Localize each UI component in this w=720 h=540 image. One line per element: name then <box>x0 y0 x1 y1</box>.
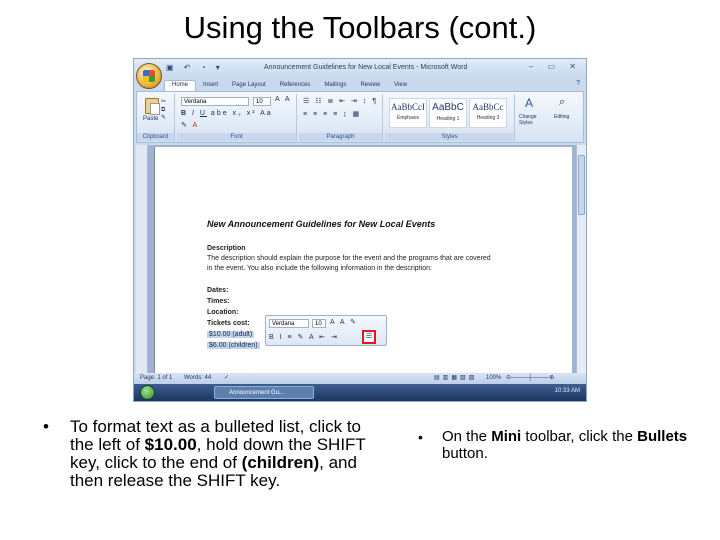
paragraph-group: ☰ ☷ ≣ ⇤ ⇥ ↕ ¶ ≡ ≡ ≡ ≡ ↨ ▦ Paragraph <box>299 94 383 141</box>
word-window: ▣ ↶ ◔ ▾ Announcement Guidelines for New … <box>133 58 587 402</box>
bullet-marker: • <box>43 417 49 436</box>
office-button[interactable] <box>136 63 162 89</box>
change-styles-icon[interactable]: A <box>525 96 533 110</box>
instruction-bold-price: $10.00 <box>144 435 197 454</box>
font-size-box[interactable]: 10 <box>253 97 271 106</box>
bullets-button[interactable]: ☰ <box>362 330 376 344</box>
mini-grow-shrink-icons[interactable]: A A ✎ <box>330 318 358 326</box>
paste-icon[interactable] <box>145 98 160 115</box>
font-format-icons[interactable]: B I U abe x₂ x² Aa <box>181 110 273 117</box>
clipboard-label: Clipboard <box>137 133 174 141</box>
taskbar-word-item[interactable]: Announcement Gu... <box>214 386 314 399</box>
find-icon[interactable]: ⌕ <box>559 96 565 109</box>
cut-copy-icons[interactable]: ✂ ⧉ ✎ <box>161 98 166 122</box>
style-name: Emphasis <box>397 115 419 121</box>
page-count[interactable]: Page: 1 of 1 <box>140 375 172 381</box>
vertical-ruler <box>136 145 148 373</box>
font-group: Verdana 10 A A B I U abe x₂ x² Aa ✎ A Fo… <box>177 94 297 141</box>
style-name: Heading 1 <box>436 116 460 122</box>
instruction-left: To format text as a bulleted list, click… <box>70 418 370 490</box>
view-buttons-icon[interactable]: ▤▥▦▧▨ <box>434 374 477 381</box>
mini-toolbar: Verdana 10 A A ✎ B I ≡ ✎ A ⇤ ⇥ ☰ <box>265 315 387 346</box>
style-heading-3[interactable]: AaBbCc Heading 3 <box>469 98 507 128</box>
styles-group: AaBbCcI Emphasis AaBbC Heading 1 AaBbCc … <box>385 94 515 141</box>
font-name-box[interactable]: Verdana <box>181 97 249 106</box>
mini-font-name[interactable]: Verdana <box>269 319 309 328</box>
grow-shrink-font-icons[interactable]: A A <box>275 96 292 103</box>
description-line-1: The description should explain the purpo… <box>207 255 491 262</box>
clipboard-group: Paste ✂ ⧉ ✎ Clipboard <box>137 94 175 141</box>
instruction-bold-bullets: Bullets <box>637 428 688 445</box>
style-sample: AaBbCcI <box>391 102 425 112</box>
help-icon[interactable]: ? <box>576 80 580 87</box>
office-logo-icon <box>143 70 155 82</box>
proofing-icon[interactable]: ✓ <box>224 374 229 381</box>
list-icons[interactable]: ☰ ☷ ≣ ⇤ ⇥ ↕ ¶ <box>303 97 378 105</box>
times-label: Times: <box>207 298 230 305</box>
tab-home[interactable]: Home <box>164 80 197 91</box>
paragraph-label: Paragraph <box>299 133 382 141</box>
bullet-marker: • <box>418 429 423 445</box>
taskbar: Announcement Gu... 10:33 AM <box>134 384 586 401</box>
editing-label[interactable]: Editing <box>554 114 569 120</box>
change-styles-label[interactable]: Change Styles <box>519 114 549 126</box>
taskbar-clock: 10:33 AM <box>554 388 580 394</box>
description-line-2: in the event. You also include the follo… <box>207 265 432 272</box>
style-name: Heading 3 <box>476 115 500 121</box>
document-area: New Announcement Guidelines for New Loca… <box>136 145 576 373</box>
window-controls[interactable]: – ▭ ✕ <box>529 62 582 71</box>
instruction-bold-mini: Mini <box>491 428 522 445</box>
instruction-text: button. <box>442 445 488 462</box>
font-label: Font <box>177 133 296 141</box>
price-adult[interactable]: $10.00 (adult) <box>207 331 255 338</box>
instruction-text: toolbar, click the <box>521 428 638 445</box>
highlight-color-icons[interactable]: ✎ A <box>181 121 199 129</box>
style-sample: AaBbCc <box>472 102 504 112</box>
align-icons[interactable]: ≡ ≡ ≡ ≡ ↨ ▦ <box>303 110 361 118</box>
mini-font-size[interactable]: 10 <box>312 319 326 328</box>
instruction-text: On the <box>442 428 492 445</box>
window-title: Announcement Guidelines for New Local Ev… <box>264 64 468 71</box>
document-heading: New Announcement Guidelines for New Loca… <box>207 219 436 229</box>
start-button[interactable] <box>140 385 155 400</box>
vertical-scrollbar[interactable] <box>576 145 586 373</box>
mini-format-icons[interactable]: B I ≡ ✎ A ⇤ ⇥ <box>269 333 339 341</box>
change-styles-group: A Change Styles <box>517 94 551 141</box>
description-label: Description <box>207 245 246 252</box>
dates-label: Dates: <box>207 287 229 294</box>
scroll-thumb[interactable] <box>578 155 585 215</box>
slide-title: Using the Toolbars (cont.) <box>183 10 537 45</box>
title-bar: ▣ ↶ ◔ ▾ Announcement Guidelines for New … <box>134 59 586 77</box>
price-children[interactable]: $6.00 (children) <box>207 342 260 349</box>
editing-group: ⌕ Editing <box>551 94 583 141</box>
status-bar: Page: 1 of 1 Words: 44 ✓ ▤▥▦▧▨ 100% ⊖───… <box>134 373 586 384</box>
ribbon: Paste ✂ ⧉ ✎ Clipboard Verdana 10 A A B I U… <box>136 91 584 143</box>
instruction-right: On the Mini toolbar, click the Bullets b… <box>442 428 702 462</box>
word-count[interactable]: Words: 44 <box>184 375 211 381</box>
document-page[interactable]: New Announcement Guidelines for New Loca… <box>154 147 572 373</box>
paste-label[interactable]: Paste <box>143 116 158 122</box>
zoom-slider[interactable]: ⊖────┼────⊕ <box>506 374 554 381</box>
styles-label: Styles <box>385 133 514 141</box>
style-emphasis[interactable]: AaBbCcI Emphasis <box>389 98 427 128</box>
zoom-level[interactable]: 100% <box>486 375 501 381</box>
instruction-bold-children: (children) <box>241 453 320 472</box>
style-sample: AaBbC <box>432 102 464 113</box>
quick-access-toolbar[interactable]: ▣ ↶ ◔ ▾ <box>166 63 224 72</box>
tickets-label: Tickets cost: <box>207 320 250 327</box>
location-label: Location: <box>207 309 239 316</box>
style-heading-1[interactable]: AaBbC Heading 1 <box>429 98 467 128</box>
ribbon-tabs: Home Insert Page Layout References Mailings R… <box>164 80 414 91</box>
